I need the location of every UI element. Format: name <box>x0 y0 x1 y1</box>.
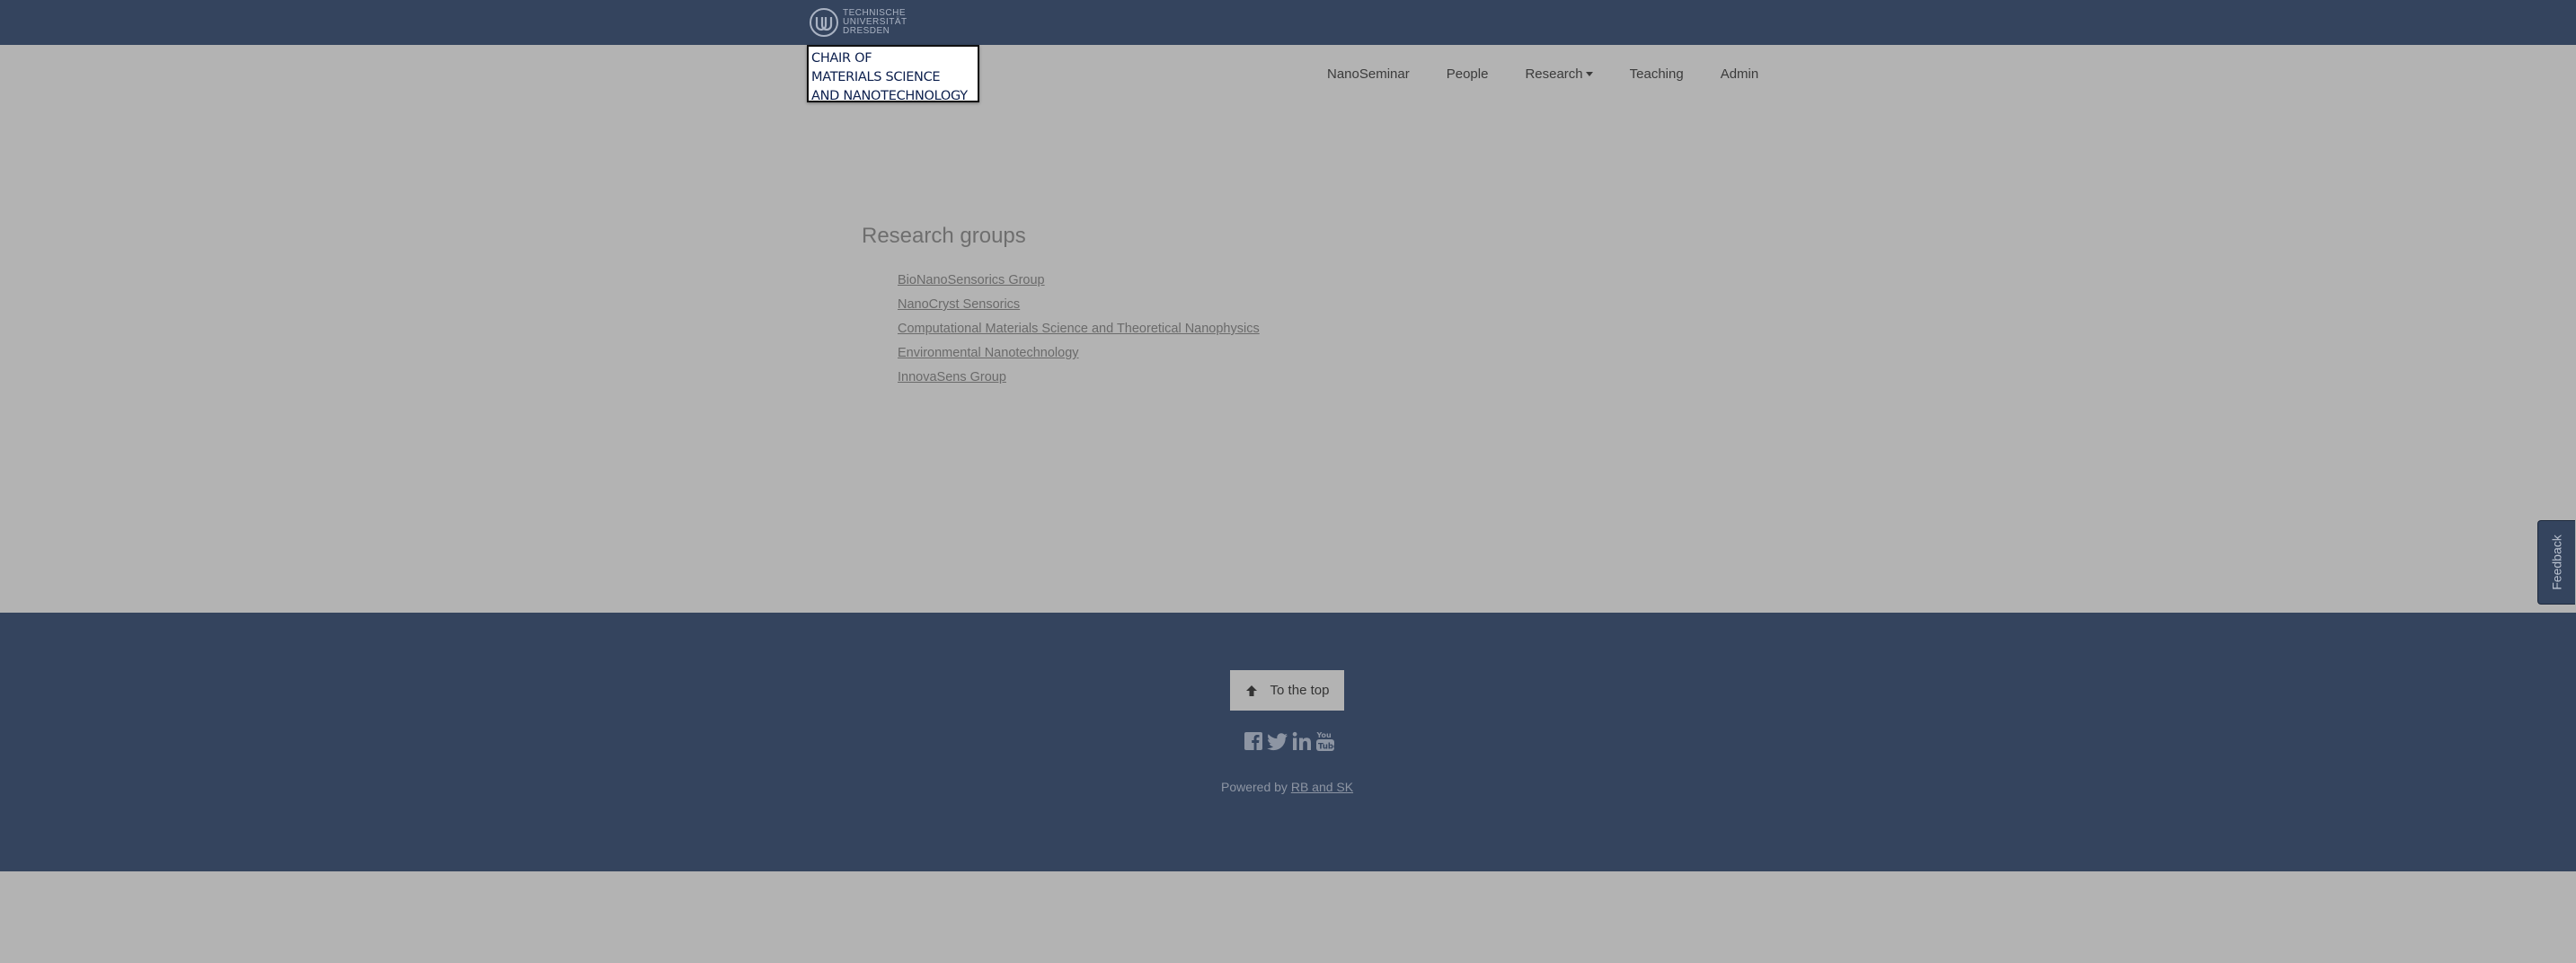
nav-item-label: Teaching <box>1629 66 1684 82</box>
page-footer: To the top You Tube Powered by RB and SK <box>0 613 2576 871</box>
nav-item-label: Admin <box>1720 66 1759 82</box>
caret-down-icon <box>1585 72 1593 76</box>
social-links: You Tube <box>1244 730 1339 752</box>
powered-by-link[interactable]: RB and SK <box>1291 780 1353 794</box>
chair-logo-box[interactable]: CHAIR OF MATERIALS SCIENCE AND NANOTECHN… <box>807 45 979 103</box>
main-navigation: NanoSeminar People Research Teaching Adm… <box>1327 66 1758 82</box>
powered-by: Powered by RB and SK <box>1221 780 1353 794</box>
svg-text:Tube: Tube <box>1318 743 1335 752</box>
linkedin-icon[interactable] <box>1292 731 1312 751</box>
nav-item-nanoseminar[interactable]: NanoSeminar <box>1327 66 1410 82</box>
group-link-environmental[interactable]: Environmental Nanotechnology <box>898 346 1079 360</box>
feedback-label: Feedback <box>2549 535 2564 590</box>
list-item: InnovaSens Group <box>898 370 1260 394</box>
nav-item-people[interactable]: People <box>1447 66 1489 82</box>
group-link-bionanosensorics[interactable]: BioNanoSensorics Group <box>898 273 1045 287</box>
nav-item-teaching[interactable]: Teaching <box>1630 66 1684 82</box>
to-top-label: To the top <box>1270 683 1330 698</box>
page-title: Research groups <box>862 224 1026 248</box>
to-top-button[interactable]: To the top <box>1230 670 1344 711</box>
tud-emblem-icon <box>810 8 838 37</box>
nav-item-label: People <box>1446 66 1489 82</box>
list-item: BioNanoSensorics Group <box>898 273 1260 297</box>
arrow-up-icon <box>1245 685 1257 696</box>
list-item: NanoCryst Sensorics <box>898 297 1260 322</box>
chair-logo-line: MATERIALS SCIENCE <box>811 70 941 84</box>
chair-logo-line: AND NANOTECHNOLOGY <box>811 89 968 103</box>
tu-dresden-logo[interactable]: TECHNISCHE UNIVERSITÄT DRESDEN <box>809 7 907 38</box>
twitter-icon[interactable] <box>1267 731 1288 751</box>
powered-by-prefix: Powered by <box>1221 780 1288 794</box>
group-link-innovasens[interactable]: InnovaSens Group <box>898 370 1006 384</box>
nav-item-label: NanoSeminar <box>1327 66 1410 82</box>
chair-logo-line: CHAIR OF <box>811 51 872 66</box>
tud-logo-line: DRESDEN <box>843 26 890 36</box>
research-groups-list: BioNanoSensorics Group NanoCryst Sensori… <box>898 273 1260 394</box>
nav-item-label: Research <box>1525 66 1583 82</box>
nav-item-research[interactable]: Research <box>1525 66 1593 82</box>
list-item: Computational Materials Science and Theo… <box>898 322 1260 346</box>
list-item: Environmental Nanotechnology <box>898 346 1260 370</box>
tud-logo-text: TECHNISCHE UNIVERSITÄT DRESDEN <box>843 9 907 36</box>
nav-item-admin[interactable]: Admin <box>1721 66 1759 82</box>
group-link-computational[interactable]: Computational Materials Science and Theo… <box>898 322 1260 336</box>
facebook-icon[interactable] <box>1244 731 1263 751</box>
svg-text:You: You <box>1316 731 1332 739</box>
top-header-bar: TECHNISCHE UNIVERSITÄT DRESDEN <box>0 0 2576 45</box>
feedback-button[interactable]: Feedback <box>2537 520 2575 605</box>
youtube-icon[interactable]: You Tube <box>1315 730 1336 752</box>
group-link-nanocryst[interactable]: NanoCryst Sensorics <box>898 297 1020 312</box>
